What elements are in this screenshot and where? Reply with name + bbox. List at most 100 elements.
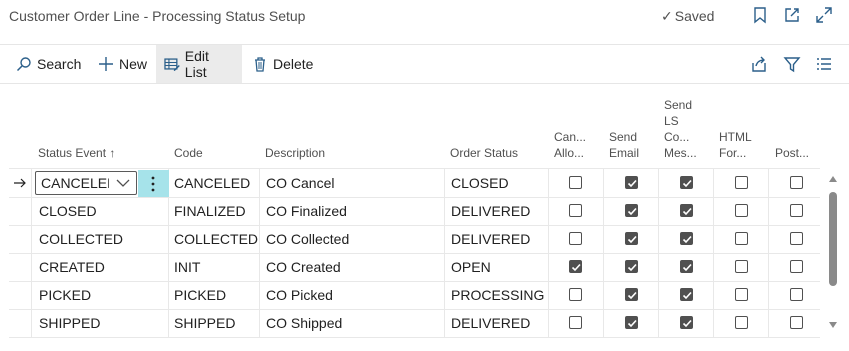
cell-description[interactable]: CO Collected [266,225,349,253]
checkbox-send-email[interactable] [625,232,638,245]
column-divider [768,169,769,337]
cell-order-status[interactable]: CLOSED [451,169,509,197]
checkbox-html-format[interactable] [735,176,748,189]
check-icon [682,319,692,328]
checkbox-send-ls[interactable] [680,176,693,189]
cell-order-status[interactable]: DELIVERED [451,225,530,253]
checkbox-html-format[interactable] [735,204,748,217]
scrollbar-thumb[interactable] [829,192,837,286]
divider [0,83,849,84]
row-divider [9,253,820,254]
row-divider [9,225,820,226]
checkbox-post[interactable] [790,204,803,217]
checkbox-send-email[interactable] [625,176,638,189]
cell-status-event[interactable]: CREATED [39,253,105,281]
cell-code[interactable]: COLLECTED [174,225,258,253]
cell-description[interactable]: CO Finalized [266,197,347,225]
title-bar: Customer Order Line - Processing Status … [0,0,849,33]
column-header-description[interactable]: Description [265,145,325,161]
checkbox-send-email[interactable] [625,288,638,301]
cell-code[interactable]: CANCELED [174,169,250,197]
row-actions-button[interactable] [138,170,169,197]
more-vertical-icon [151,176,155,192]
checkbox-post[interactable] [790,316,803,329]
list-view-icon[interactable] [815,55,833,73]
cell-order-status[interactable]: OPEN [451,253,491,281]
cell-code[interactable]: FINALIZED [174,197,246,225]
current-row-arrow-icon [14,178,26,188]
checkbox-send-ls[interactable] [680,232,693,245]
search-button[interactable]: Search [8,45,89,83]
cell-description[interactable]: CO Cancel [266,169,334,197]
column-header-send-email[interactable]: Send Email [609,129,639,161]
checkbox-post[interactable] [790,176,803,189]
checkbox-send-email[interactable] [625,316,638,329]
cell-status-event[interactable]: SHIPPED [39,309,100,337]
chevron-down-icon [116,179,130,187]
checkbox-send-ls[interactable] [680,204,693,217]
checkbox-can-allow[interactable] [569,176,582,189]
column-header-order-status[interactable]: Order Status [450,145,518,161]
row-divider [9,197,820,198]
cell-order-status[interactable]: PROCESSING [451,281,544,309]
column-header-status-event[interactable]: Status Event ↑ [38,145,115,161]
delete-button[interactable]: Delete [244,45,321,83]
new-button[interactable]: New [90,45,155,83]
check-icon [682,207,692,216]
checkbox-post[interactable] [790,232,803,245]
cell-description[interactable]: CO Picked [266,281,333,309]
cell-status-event[interactable]: CLOSED [39,197,97,225]
checkbox-send-ls[interactable] [680,260,693,273]
search-icon [16,57,31,72]
check-icon [682,263,692,272]
edit-list-button[interactable]: Edit List [156,45,242,83]
check-icon [682,235,692,244]
check-icon [627,319,637,328]
cell-code[interactable]: PICKED [174,281,226,309]
filter-icon[interactable] [783,55,801,73]
row-divider [9,281,820,282]
column-header-post[interactable]: Post... [775,145,809,161]
status-event-dropdown[interactable]: CANCELED [35,171,137,195]
checkbox-send-ls[interactable] [680,316,693,329]
cell-status-event[interactable]: COLLECTED [39,225,123,253]
cell-code[interactable]: INIT [174,253,200,281]
expand-icon[interactable] [815,6,833,24]
checkbox-can-allow[interactable] [569,232,582,245]
column-header-code[interactable]: Code [174,145,203,161]
checkbox-send-email[interactable] [625,260,638,273]
checkbox-send-email[interactable] [625,204,638,217]
plus-icon [99,57,113,71]
column-header-send-ls[interactable]: Send LS Co... Mes... [664,97,697,161]
check-icon [627,179,637,188]
checkbox-html-format[interactable] [735,260,748,273]
bookmark-icon[interactable] [751,6,769,24]
checkbox-can-allow[interactable] [569,204,582,217]
cell-order-status[interactable]: DELIVERED [451,309,530,337]
checkbox-send-ls[interactable] [680,288,693,301]
column-header-html-format[interactable]: HTML For... [719,129,752,161]
checkbox-post[interactable] [790,288,803,301]
saved-status: ✓ Saved [661,8,714,25]
column-header-can-allow[interactable]: Can... Allo... [554,129,586,161]
checkbox-html-format[interactable] [735,288,748,301]
cell-status-event[interactable]: PICKED [39,281,91,309]
saved-label: Saved [674,8,715,24]
trash-icon [255,57,265,72]
checkbox-html-format[interactable] [735,232,748,245]
share-icon[interactable] [750,55,768,73]
scroll-up-arrow-icon[interactable] [828,175,838,183]
open-new-window-icon[interactable] [783,6,801,24]
checkbox-can-allow[interactable] [569,260,582,273]
cell-description[interactable]: CO Shipped [266,309,342,337]
cell-order-status[interactable]: DELIVERED [451,197,530,225]
cell-code[interactable]: SHIPPED [174,309,235,337]
checkbox-html-format[interactable] [735,316,748,329]
scroll-down-arrow-icon[interactable] [828,321,838,329]
checkbox-can-allow[interactable] [569,288,582,301]
checkbox-post[interactable] [790,260,803,273]
checkbox-can-allow[interactable] [569,316,582,329]
cell-description[interactable]: CO Created [266,253,341,281]
column-divider [658,169,659,337]
check-icon [627,235,637,244]
